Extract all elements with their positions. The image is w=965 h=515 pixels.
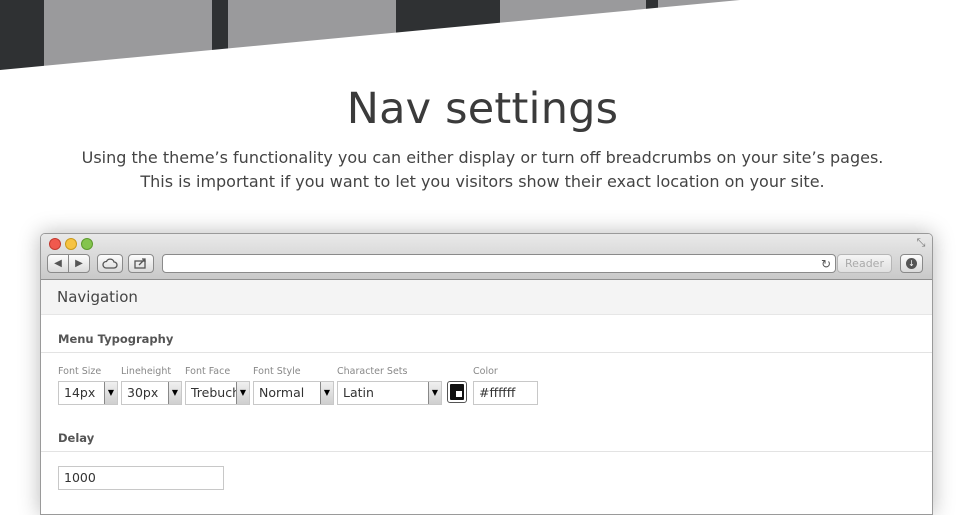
delay-input[interactable]: 1000 — [58, 466, 224, 490]
font-face-select[interactable]: Trebuchet ▼ — [185, 381, 250, 405]
divider — [41, 451, 932, 452]
minimize-window-button[interactable] — [65, 238, 77, 250]
color-label: Color — [473, 366, 498, 377]
delay-title: Delay — [58, 431, 95, 445]
chevron-down-icon: ▼ — [104, 382, 117, 404]
hero-description-line-1: Using the theme’s functionality you can … — [81, 148, 884, 167]
font-style-value: Normal — [259, 385, 305, 400]
font-size-value: 14px — [64, 385, 96, 400]
fullscreen-icon[interactable]: ⤡ — [914, 236, 928, 250]
chevron-down-icon: ▼ — [236, 382, 249, 404]
chevron-down-icon: ▼ — [168, 382, 181, 404]
character-sets-select[interactable]: Latin ▼ — [337, 381, 442, 405]
lineheight-label: Lineheight — [121, 366, 172, 377]
hero-title: Nav settings — [346, 84, 619, 134]
share-button[interactable] — [128, 254, 154, 273]
color-swatch-icon — [450, 384, 464, 400]
menu-typography-title: Menu Typography — [58, 332, 174, 346]
chevron-down-icon: ▼ — [320, 382, 333, 404]
delay-value: 1000 — [64, 470, 96, 485]
color-picker-swatch[interactable] — [447, 381, 467, 403]
font-face-label: Font Face — [185, 366, 231, 377]
divider — [41, 352, 932, 353]
cloud-icon — [102, 258, 118, 269]
color-input[interactable]: #ffffff — [473, 381, 538, 405]
zoom-window-button[interactable] — [81, 238, 93, 250]
forward-button[interactable]: ▶ — [68, 254, 90, 273]
download-icon: ↓ — [906, 258, 917, 269]
downloads-button[interactable]: ↓ — [900, 254, 923, 273]
color-value: #ffffff — [479, 385, 516, 400]
character-sets-value: Latin — [343, 385, 374, 400]
font-size-label: Font Size — [58, 366, 102, 377]
font-size-select[interactable]: 14px ▼ — [58, 381, 118, 405]
hero-description: Using the theme’s functionality you can … — [0, 146, 965, 194]
back-button[interactable]: ◀ — [47, 254, 69, 273]
section-header: Navigation — [41, 280, 932, 315]
reload-icon[interactable]: ↻ — [821, 256, 831, 272]
top-banner — [0, 0, 740, 70]
forward-arrow-icon: ▶ — [75, 258, 83, 269]
reader-button[interactable]: Reader — [837, 254, 892, 273]
back-arrow-icon: ◀ — [54, 258, 62, 269]
font-style-select[interactable]: Normal ▼ — [253, 381, 334, 405]
lineheight-select[interactable]: 30px ▼ — [121, 381, 182, 405]
hero-description-line-2: This is important if you want to let you… — [140, 172, 825, 191]
character-sets-label: Character Sets — [337, 366, 408, 377]
icloud-tabs-button[interactable] — [97, 254, 123, 273]
browser-window: ⤡ ◀ ▶ ↻ Reader ↓ Navigation Menu Typogra… — [40, 233, 933, 515]
section-title: Navigation — [57, 288, 138, 306]
share-icon — [134, 258, 146, 269]
browser-toolbar: ⤡ ◀ ▶ ↻ Reader ↓ — [41, 234, 932, 280]
chevron-down-icon: ▼ — [428, 382, 441, 404]
close-window-button[interactable] — [49, 238, 61, 250]
lineheight-value: 30px — [127, 385, 159, 400]
address-bar[interactable]: ↻ — [162, 254, 836, 273]
font-style-label: Font Style — [253, 366, 301, 377]
